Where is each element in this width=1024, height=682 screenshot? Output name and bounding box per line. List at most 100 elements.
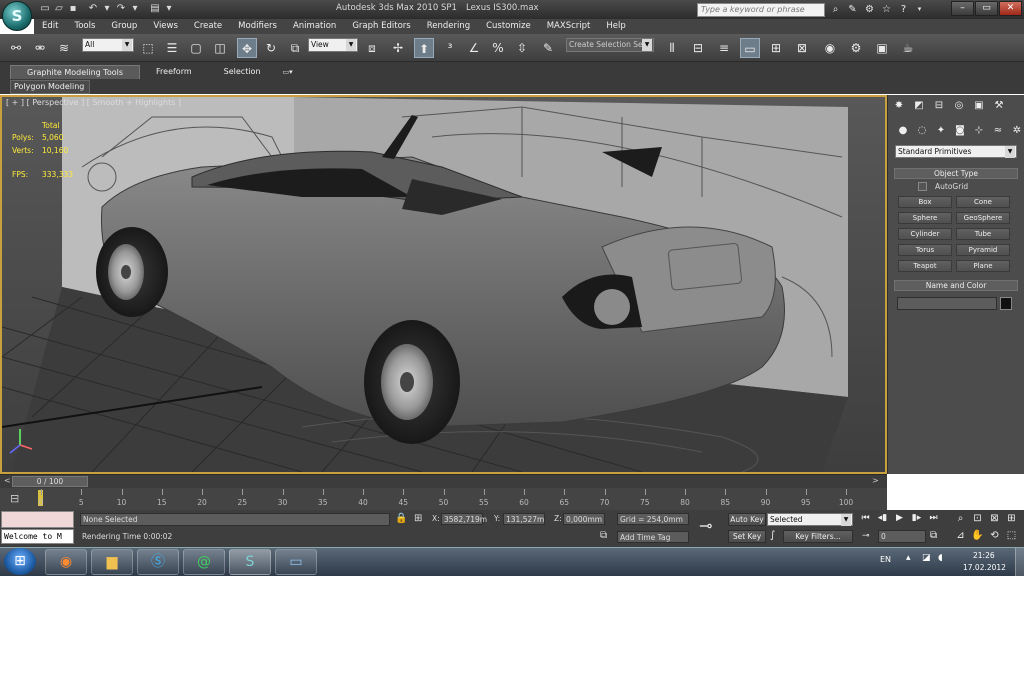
app-logo-button[interactable]: S xyxy=(2,1,32,31)
select-and-manipulate-icon[interactable]: ✢ xyxy=(388,38,408,58)
explorer-taskbar-icon[interactable]: ▆ xyxy=(91,549,133,575)
display-tab-icon[interactable]: ▣ xyxy=(971,98,987,114)
material-editor-icon[interactable]: ◉ xyxy=(820,38,840,58)
utilities-tab-icon[interactable]: ⚒ xyxy=(991,98,1007,114)
select-and-link-icon[interactable]: ⚯ xyxy=(6,38,26,58)
input-language-indicator[interactable]: EN xyxy=(880,555,891,564)
network-icon[interactable]: ◪ xyxy=(922,553,931,563)
cylinder-button[interactable]: Cylinder xyxy=(898,228,952,240)
select-by-name-icon[interactable]: ☰ xyxy=(162,38,182,58)
menu-graph-editors[interactable]: Graph Editors xyxy=(344,19,418,34)
maximize-viewport-icon[interactable]: ⬚ xyxy=(1004,530,1019,541)
search-icon[interactable]: ⌕ xyxy=(828,2,843,17)
volume-icon[interactable]: ◖ xyxy=(938,553,943,563)
menu-animation[interactable]: Animation xyxy=(285,19,344,34)
maxscript-listener-bottom[interactable]: Welcome to M xyxy=(1,529,74,544)
absolute-mode-icon[interactable]: ⊞ xyxy=(414,513,422,524)
plane-button[interactable]: Plane xyxy=(956,260,1010,272)
select-object-icon[interactable]: ⬚ xyxy=(138,38,158,58)
maxscript-listener-top[interactable] xyxy=(1,511,74,528)
z-coordinate-field[interactable]: 0,000mm xyxy=(563,513,605,525)
primitive-category-dropdown[interactable]: Standard Primitives ▼ xyxy=(895,145,1017,158)
x-coordinate-field[interactable]: 3582,719m xyxy=(441,513,487,525)
shapes-icon[interactable]: ◌ xyxy=(914,123,930,139)
menu-customize[interactable]: Customize xyxy=(478,19,539,34)
show-desktop-button[interactable] xyxy=(1015,548,1024,576)
time-slider[interactable]: < 0 / 100 > xyxy=(0,474,887,488)
perspective-viewport[interactable] xyxy=(0,95,887,474)
favorites-icon[interactable]: ☆ xyxy=(879,2,894,17)
play-icon[interactable]: ▶ xyxy=(892,513,907,523)
close-button[interactable]: ✕ xyxy=(999,0,1022,16)
render-production-icon[interactable]: ☕ xyxy=(898,38,918,58)
ribbon-panel-polygon-modeling[interactable]: Polygon Modeling xyxy=(10,80,90,94)
bind-to-space-warp-icon[interactable]: ≋ xyxy=(54,38,74,58)
snaps-toggle-icon[interactable]: ³ xyxy=(440,38,460,58)
time-slider-prev-icon[interactable]: < xyxy=(4,476,11,485)
zoom-extents-icon[interactable]: ⊠ xyxy=(987,513,1002,524)
curve-editor-icon[interactable]: ⊞ xyxy=(766,38,786,58)
edit-named-selection-icon[interactable]: ✎ xyxy=(538,38,558,58)
time-tag-icon[interactable]: ⧉ xyxy=(600,530,607,541)
search-input[interactable]: Type a keyword or phrase xyxy=(697,3,825,17)
undo-icon[interactable]: ↶ xyxy=(86,2,100,16)
systems-icon[interactable]: ✲ xyxy=(1009,123,1024,139)
help-icon[interactable]: ? xyxy=(896,2,911,17)
cameras-icon[interactable]: ◙ xyxy=(952,123,968,139)
menu-create[interactable]: Create xyxy=(186,19,230,34)
percent-snap-icon[interactable]: % xyxy=(488,38,508,58)
undo-dropdown-icon[interactable]: ▾ xyxy=(100,2,114,16)
modify-tab-icon[interactable]: ◩ xyxy=(911,98,927,114)
menu-help[interactable]: Help xyxy=(598,19,633,34)
time-slider-next-icon[interactable]: > xyxy=(872,476,879,485)
clock-date[interactable]: 17.02.2012 xyxy=(963,563,1006,572)
create-tab-icon[interactable]: ✸ xyxy=(891,98,907,114)
add-time-tag[interactable]: Add Time Tag xyxy=(617,531,689,543)
angle-snap-icon[interactable]: ∠ xyxy=(464,38,484,58)
box-button[interactable]: Box xyxy=(898,196,952,208)
name-and-color-rollout-header[interactable]: Name and Color xyxy=(894,280,1018,291)
hierarchy-tab-icon[interactable]: ⊟ xyxy=(931,98,947,114)
icq-taskbar-icon[interactable]: @ xyxy=(183,549,225,575)
previous-frame-icon[interactable]: ◂▮ xyxy=(875,513,890,523)
time-configuration-icon[interactable]: ⧉ xyxy=(930,530,937,541)
selection-filter-dropdown[interactable]: All ▼ xyxy=(82,38,134,52)
motion-tab-icon[interactable]: ◎ xyxy=(951,98,967,114)
menu-modifiers[interactable]: Modifiers xyxy=(230,19,285,34)
align-icon[interactable]: ⊟ xyxy=(688,38,708,58)
ribbon-options-icon[interactable]: ▭▾ xyxy=(277,65,299,79)
cone-button[interactable]: Cone xyxy=(956,196,1010,208)
zoom-extents-all-icon[interactable]: ⊞ xyxy=(1004,513,1019,524)
teapot-button[interactable]: Teapot xyxy=(898,260,952,272)
selection-lock-icon[interactable]: 🔒 xyxy=(395,513,407,524)
viewport-label[interactable]: [ + ] [ Perspective ] [ Smooth + Highlig… xyxy=(6,98,181,107)
go-to-start-icon[interactable]: ⏮ xyxy=(858,513,873,523)
key-mode-toggle-icon[interactable]: ⊸ xyxy=(862,531,870,541)
3ds-max-taskbar-icon[interactable]: S xyxy=(229,549,271,575)
tab-freeform[interactable]: Freeform xyxy=(140,65,208,79)
pan-view-icon[interactable]: ✋ xyxy=(970,530,985,541)
menu-rendering[interactable]: Rendering xyxy=(419,19,478,34)
menu-group[interactable]: Group xyxy=(103,19,145,34)
zoom-icon[interactable]: ⌕ xyxy=(953,513,968,524)
project-folder-icon[interactable]: ▤ xyxy=(148,2,162,16)
zoom-all-icon[interactable]: ⊡ xyxy=(970,513,985,524)
pivot-center-icon[interactable]: ⧈ xyxy=(362,38,382,58)
field-of-view-icon[interactable]: ⊿ xyxy=(953,530,968,541)
skype-taskbar-icon[interactable]: Ⓢ xyxy=(137,549,179,575)
graphite-modeling-toggle-icon[interactable]: ▭ xyxy=(740,38,760,58)
autogrid-checkbox[interactable] xyxy=(918,182,927,191)
lights-icon[interactable]: ✦ xyxy=(933,123,949,139)
tray-expand-icon[interactable]: ▴ xyxy=(906,553,911,563)
tube-button[interactable]: Tube xyxy=(956,228,1010,240)
object-name-field[interactable] xyxy=(897,297,997,310)
qa-dropdown-icon[interactable]: ▾ xyxy=(162,2,176,16)
named-selection-set-dropdown[interactable]: Create Selection Se ▼ xyxy=(566,38,654,52)
menu-maxscript[interactable]: MAXScript xyxy=(539,19,599,34)
schematic-view-icon[interactable]: ⊠ xyxy=(792,38,812,58)
firefox-taskbar-icon[interactable]: ◉ xyxy=(45,549,87,575)
helpers-icon[interactable]: ⊹ xyxy=(971,123,987,139)
mirror-icon[interactable]: ⫴ xyxy=(662,38,682,58)
object-type-rollout-header[interactable]: Object Type xyxy=(894,168,1018,179)
geosphere-button[interactable]: GeoSphere xyxy=(956,212,1010,224)
